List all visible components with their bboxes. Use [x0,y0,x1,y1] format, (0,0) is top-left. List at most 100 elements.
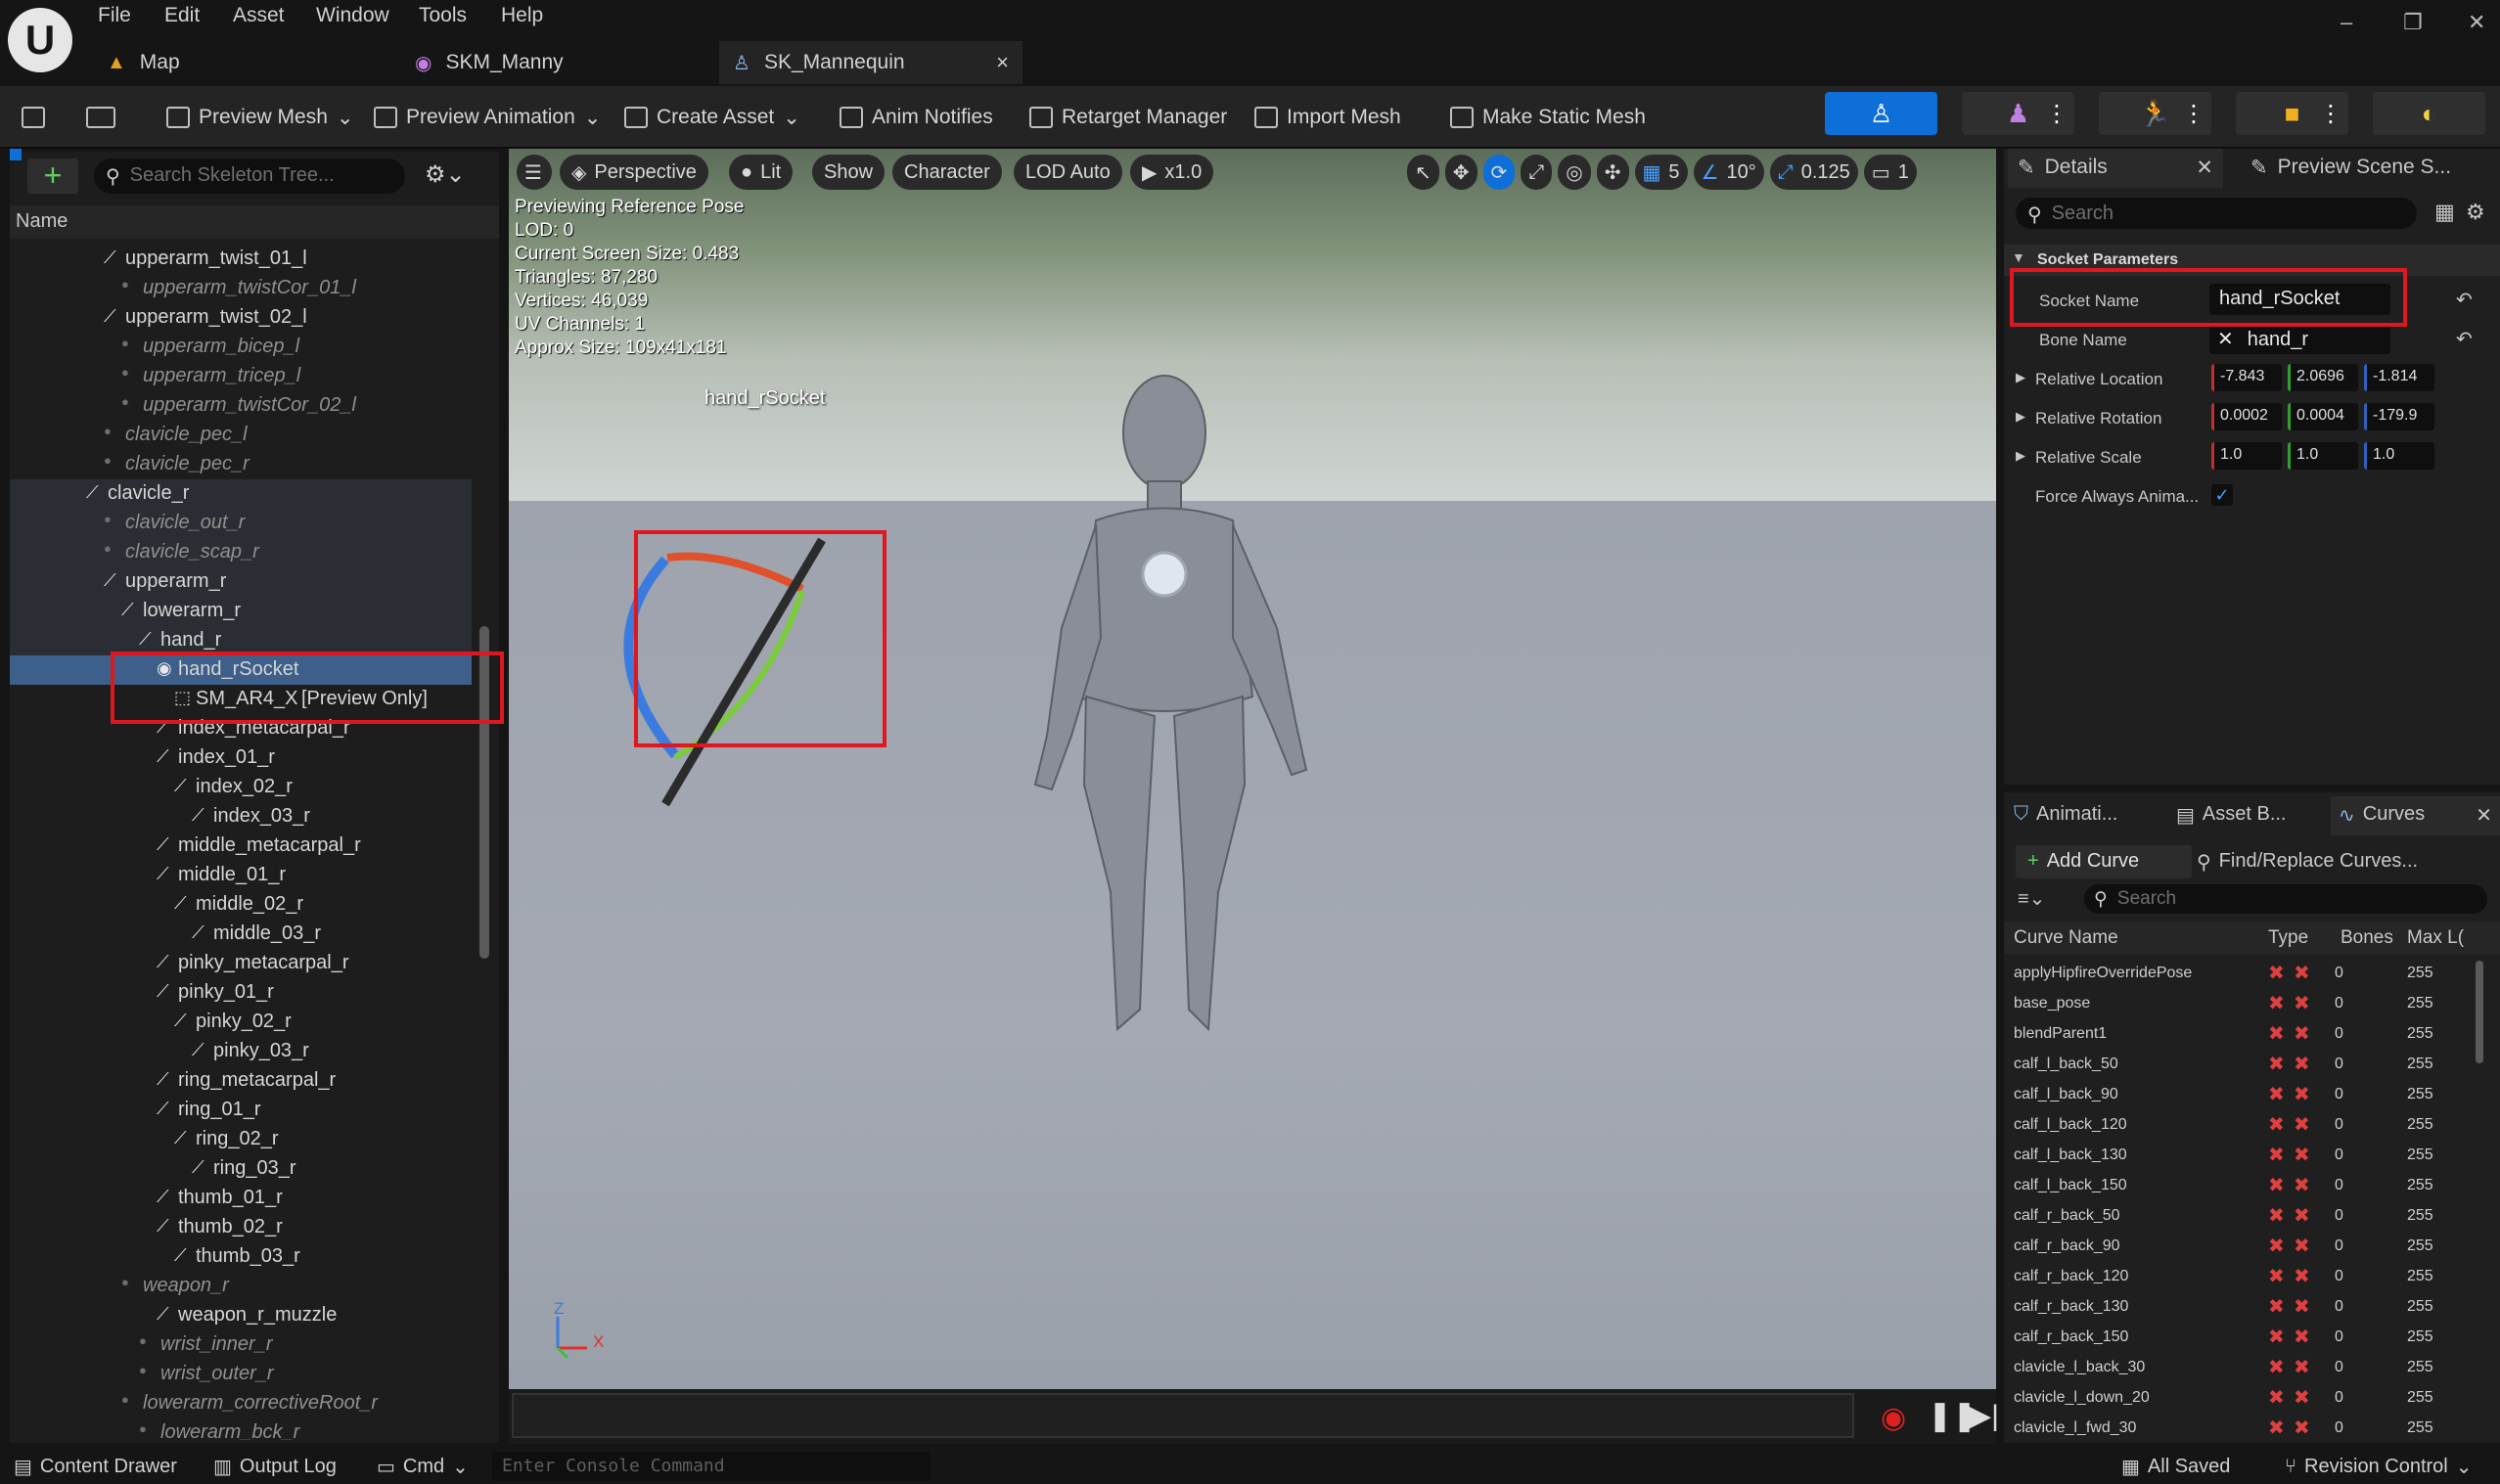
preview-mesh-button[interactable]: Preview Mesh ⌄ [166,98,354,137]
select-icon[interactable]: ↖ [1407,155,1439,190]
morph-target-type-icon[interactable]: ✖ [2268,961,2285,985]
anim-notifies-button[interactable]: Anim Notifies [840,98,993,137]
material-type-icon[interactable]: ✖ [2294,1234,2310,1258]
scale-x-input[interactable]: 1.0 [2211,442,2282,470]
find-replace-curves-button[interactable]: ⚲ Find/Replace Curves... [2197,845,2490,878]
morph-target-type-icon[interactable]: ✖ [2268,1173,2285,1197]
material-type-icon[interactable]: ✖ [2294,1264,2310,1288]
more-options-icon[interactable]: ⋮ [2045,100,2068,128]
material-type-icon[interactable]: ✖ [2294,1416,2310,1440]
tree-row[interactable]: ⟋ ring_02_r [10,1125,472,1154]
content-drawer-button[interactable]: ▤ Content Drawer [14,1452,177,1481]
tree-row[interactable]: ● wrist_inner_r [10,1330,472,1360]
col-curve-name[interactable]: Curve Name [2014,927,2118,949]
menu-file[interactable]: File [98,4,131,27]
world-local-icon[interactable]: ◎ [1558,155,1591,190]
curves-scrollbar[interactable] [2476,961,2483,1063]
tree-row[interactable]: ● lowerarm_correctiveRoot_r [10,1389,472,1418]
tree-row[interactable]: ⟋ weapon_r_muzzle [10,1301,472,1330]
close-tab-icon[interactable]: × [996,50,1009,75]
morph-target-type-icon[interactable]: ✖ [2268,1264,2285,1288]
more-options-icon[interactable]: ⋮ [2319,100,2342,128]
skeleton-search-input[interactable]: ⚲ Search Skeleton Tree... [94,158,405,194]
timeline-scrubber[interactable] [512,1393,1854,1438]
rotation-y-input[interactable]: 0.0004 [2288,403,2358,430]
all-saved-indicator[interactable]: ▦ All Saved [2121,1452,2230,1481]
tree-row[interactable]: ⟋ thumb_02_r [10,1213,472,1242]
make-static-mesh-button[interactable]: Make Static Mesh [1450,98,1646,137]
tree-row[interactable]: ⟋ ring_03_r [10,1154,472,1184]
close-tab-icon[interactable]: ✕ [2476,803,2492,829]
morph-target-type-icon[interactable]: ✖ [2268,1294,2285,1319]
tree-row[interactable]: ⟋ middle_03_r [10,920,472,949]
tree-row[interactable]: ● clavicle_out_r [10,509,472,538]
rotation-x-input[interactable]: 0.0002 [2211,403,2282,430]
tab-animation[interactable]: ⛉ Animati... [2008,796,2169,835]
morph-target-type-icon[interactable]: ✖ [2268,1234,2285,1258]
menu-edit[interactable]: Edit [164,4,200,27]
curve-row[interactable]: calf_r_back_90 ✖ ✖ 0 255 [2004,1232,2483,1262]
tree-row[interactable]: ⟋ pinky_01_r [10,978,472,1008]
curve-row[interactable]: clavicle_l_back_30 ✖ ✖ 0 255 [2004,1353,2483,1383]
record-icon[interactable]: ◉ [1881,1401,1906,1435]
chevron-right-icon[interactable]: ▶ [2016,370,2025,385]
menu-tools[interactable]: Tools [419,4,467,27]
chevron-down-icon[interactable]: ▼ [2012,249,2025,265]
morph-target-type-icon[interactable]: ✖ [2268,1112,2285,1137]
grid-snap-button[interactable]: ▦ 5 [1634,155,1688,190]
morph-target-type-icon[interactable]: ✖ [2268,1052,2285,1076]
tree-row[interactable]: ⟋ upperarm_r [10,567,472,597]
details-search-input[interactable]: ⚲ Search [2016,198,2417,229]
curve-row[interactable]: calf_r_back_50 ✖ ✖ 0 255 [2004,1201,2483,1232]
reset-arrow-icon[interactable]: ↶ [2456,327,2473,351]
morph-target-type-icon[interactable]: ✖ [2268,1021,2285,1046]
camera-speed-button[interactable]: ▭ 1 [1863,155,1917,190]
tree-row[interactable]: ⟋ ring_metacarpal_r [10,1066,472,1096]
material-type-icon[interactable]: ✖ [2294,1325,2310,1349]
scale-snap-button[interactable]: ⤢ 0.125 [1769,155,1858,190]
playback-speed-button[interactable]: ▶ x1.0 [1130,155,1214,190]
menu-help[interactable]: Help [501,4,543,27]
tab-asset-browser[interactable]: ▤ Asset B... [2170,796,2327,835]
tree-row[interactable]: ● upperarm_bicep_l [10,333,472,362]
col-type[interactable]: Type [2268,927,2308,949]
curve-row[interactable]: calf_l_back_130 ✖ ✖ 0 255 [2004,1141,2483,1171]
gear-icon[interactable]: ⚙ [2466,200,2485,225]
location-z-input[interactable]: -1.814 [2364,364,2434,391]
tree-row[interactable]: ● clavicle_pec_r [10,450,472,479]
curve-row[interactable]: blendParent1 ✖ ✖ 0 255 [2004,1019,2483,1050]
unreal-logo-icon[interactable]: U [8,8,72,72]
morph-target-type-icon[interactable]: ✖ [2268,1203,2285,1228]
browse-button[interactable] [86,98,115,137]
tree-row[interactable]: ⟋ lowerarm_r [10,597,472,626]
material-type-icon[interactable]: ✖ [2294,1203,2310,1228]
rotation-snap-button[interactable]: ∠ 10° [1693,155,1764,190]
material-type-icon[interactable]: ✖ [2294,1173,2310,1197]
curve-row[interactable]: calf_r_back_130 ✖ ✖ 0 255 [2004,1292,2483,1323]
chevron-right-icon[interactable]: ▶ [2016,409,2025,425]
close-tab-icon[interactable]: ✕ [2196,156,2213,181]
material-type-icon[interactable]: ✖ [2294,1052,2310,1076]
material-type-icon[interactable]: ✖ [2294,1385,2310,1410]
revision-control-button[interactable]: ⑂ Revision Control ⌄ [2285,1452,2473,1481]
restore-button[interactable]: ❐ [2403,10,2423,35]
tab-skm-manny[interactable]: ◉ SKM_Manny [401,41,705,84]
tree-row[interactable]: ⟋ pinky_03_r [10,1037,472,1066]
character-button[interactable]: Character [892,155,1002,190]
tree-row[interactable]: ⟋ middle_01_r [10,861,472,890]
curve-row[interactable]: calf_l_back_90 ✖ ✖ 0 255 [2004,1080,2483,1110]
create-asset-button[interactable]: Create Asset ⌄ [624,98,800,137]
tree-row[interactable]: ● weapon_r [10,1272,472,1301]
tree-row[interactable]: ⟋ thumb_01_r [10,1184,472,1213]
curve-row[interactable]: calf_l_back_50 ✖ ✖ 0 255 [2004,1050,2483,1080]
filter-icon[interactable]: ≡⌄ [2018,886,2045,911]
show-button[interactable]: Show [812,155,886,190]
morph-target-type-icon[interactable]: ✖ [2268,1355,2285,1379]
material-type-icon[interactable]: ✖ [2294,1082,2310,1106]
tree-row[interactable]: ⟋ index_03_r [10,802,472,832]
curve-row[interactable]: calf_r_back_150 ✖ ✖ 0 255 [2004,1323,2483,1353]
add-curve-button[interactable]: + Add Curve [2016,845,2192,878]
curve-row[interactable]: clavicle_l_down_20 ✖ ✖ 0 255 [2004,1383,2483,1414]
morph-target-type-icon[interactable]: ✖ [2268,991,2285,1015]
gear-icon[interactable]: ⚙⌄ [425,160,466,189]
